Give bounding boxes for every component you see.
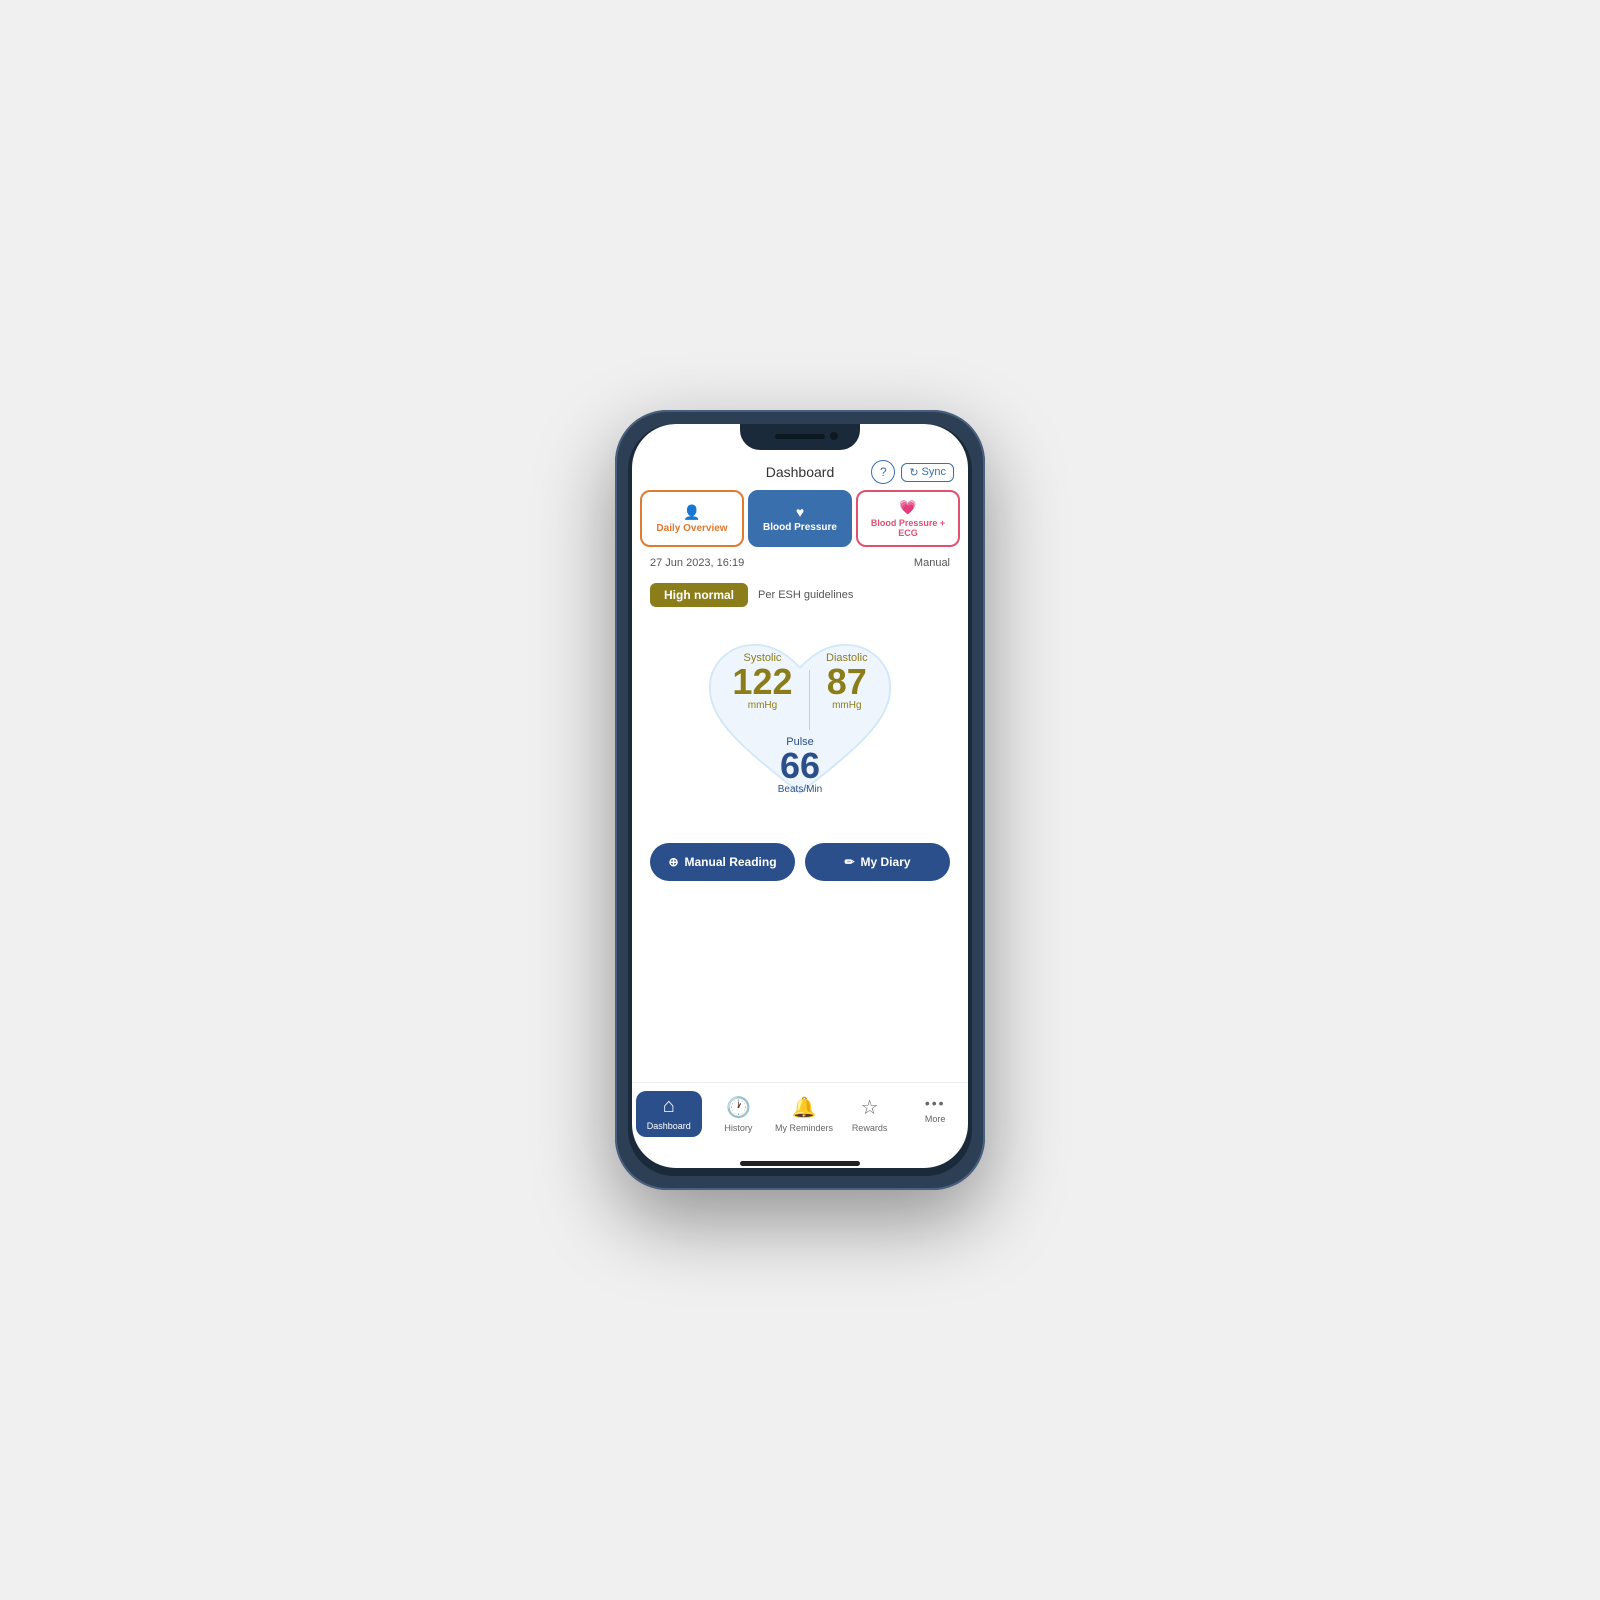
systolic-unit: mmHg xyxy=(748,700,777,711)
diary-icon: ✏ xyxy=(844,855,854,869)
status-badge: High normal xyxy=(650,583,748,607)
bp-divider xyxy=(809,670,811,730)
header-actions: ? ↻ Sync xyxy=(871,460,954,484)
home-indicator xyxy=(740,1161,860,1166)
diastolic-unit: mmHg xyxy=(832,700,861,711)
home-icon: ⌂ xyxy=(663,1095,675,1118)
nav-history[interactable]: 🕐 History xyxy=(706,1091,772,1137)
heart-shape: Systolic 122 mmHg Diastolic 87 mmHg xyxy=(690,623,910,823)
heart-icon: ♥ xyxy=(796,504,804,520)
status-row: High normal Per ESH guidelines xyxy=(632,575,968,615)
star-icon: ☆ xyxy=(861,1095,879,1120)
screen: Dashboard ? ↻ Sync 👤 Daily Overview xyxy=(632,424,968,1168)
pulse-value: 66 xyxy=(780,748,820,784)
systolic-col: Systolic 122 mmHg xyxy=(732,652,792,711)
page-title: Dashboard xyxy=(766,464,835,480)
heart-data: Systolic 122 mmHg Diastolic 87 mmHg xyxy=(690,623,910,823)
sync-button[interactable]: ↻ Sync xyxy=(901,463,954,482)
diastolic-value: 87 xyxy=(827,664,867,700)
systolic-value: 122 xyxy=(732,664,792,700)
nav-reminders[interactable]: 🔔 My Reminders xyxy=(771,1091,837,1137)
date-row: 27 Jun 2023, 16:19 Manual xyxy=(632,551,968,575)
my-diary-button[interactable]: ✏ My Diary xyxy=(805,843,950,881)
manual-reading-button[interactable]: ⊕ Manual Reading xyxy=(650,843,795,881)
reading-date: 27 Jun 2023, 16:19 xyxy=(650,557,744,569)
bp-row: Systolic 122 mmHg Diastolic 87 mmHg xyxy=(732,652,867,730)
reading-type: Manual xyxy=(914,557,950,569)
speaker xyxy=(775,434,825,439)
nav-dashboard[interactable]: ⌂ Dashboard xyxy=(636,1091,702,1137)
history-icon: 🕐 xyxy=(726,1095,751,1120)
ecg-icon: 💗 xyxy=(899,499,916,516)
tab-bp-ecg[interactable]: 💗 Blood Pressure + ECG xyxy=(856,490,960,547)
help-button[interactable]: ? xyxy=(871,460,895,484)
tab-bar: 👤 Daily Overview ♥ Blood Pressure 💗 Bloo… xyxy=(632,486,968,551)
pulse-section: Pulse 66 Beats/Min xyxy=(778,736,822,795)
bell-icon: 🔔 xyxy=(792,1095,817,1120)
header: Dashboard ? ↻ Sync xyxy=(632,456,968,486)
bottom-nav: ⌂ Dashboard 🕐 History 🔔 My Reminders ☆ R… xyxy=(632,1082,968,1157)
nav-more[interactable]: ••• More xyxy=(902,1091,968,1137)
camera xyxy=(830,432,838,440)
spacer xyxy=(632,893,968,1082)
more-icon: ••• xyxy=(925,1095,946,1111)
tab-blood-pressure[interactable]: ♥ Blood Pressure xyxy=(748,490,852,547)
heart-container: Systolic 122 mmHg Diastolic 87 mmHg xyxy=(632,623,968,823)
phone-frame: Dashboard ? ↻ Sync 👤 Daily Overview xyxy=(615,410,985,1190)
phone-inner: Dashboard ? ↻ Sync 👤 Daily Overview xyxy=(628,424,972,1176)
app-content: Dashboard ? ↻ Sync 👤 Daily Overview xyxy=(632,424,968,1168)
nav-rewards[interactable]: ☆ Rewards xyxy=(837,1091,903,1137)
sync-icon: ↻ xyxy=(909,466,918,479)
daily-icon: 👤 xyxy=(683,504,700,521)
notch xyxy=(740,424,860,450)
pulse-unit: Beats/Min xyxy=(778,784,822,795)
diastolic-col: Diastolic 87 mmHg xyxy=(826,652,868,711)
plus-icon: ⊕ xyxy=(668,855,678,869)
guideline-text: Per ESH guidelines xyxy=(758,589,853,601)
tab-daily-overview[interactable]: 👤 Daily Overview xyxy=(640,490,744,547)
action-buttons: ⊕ Manual Reading ✏ My Diary xyxy=(632,831,968,893)
